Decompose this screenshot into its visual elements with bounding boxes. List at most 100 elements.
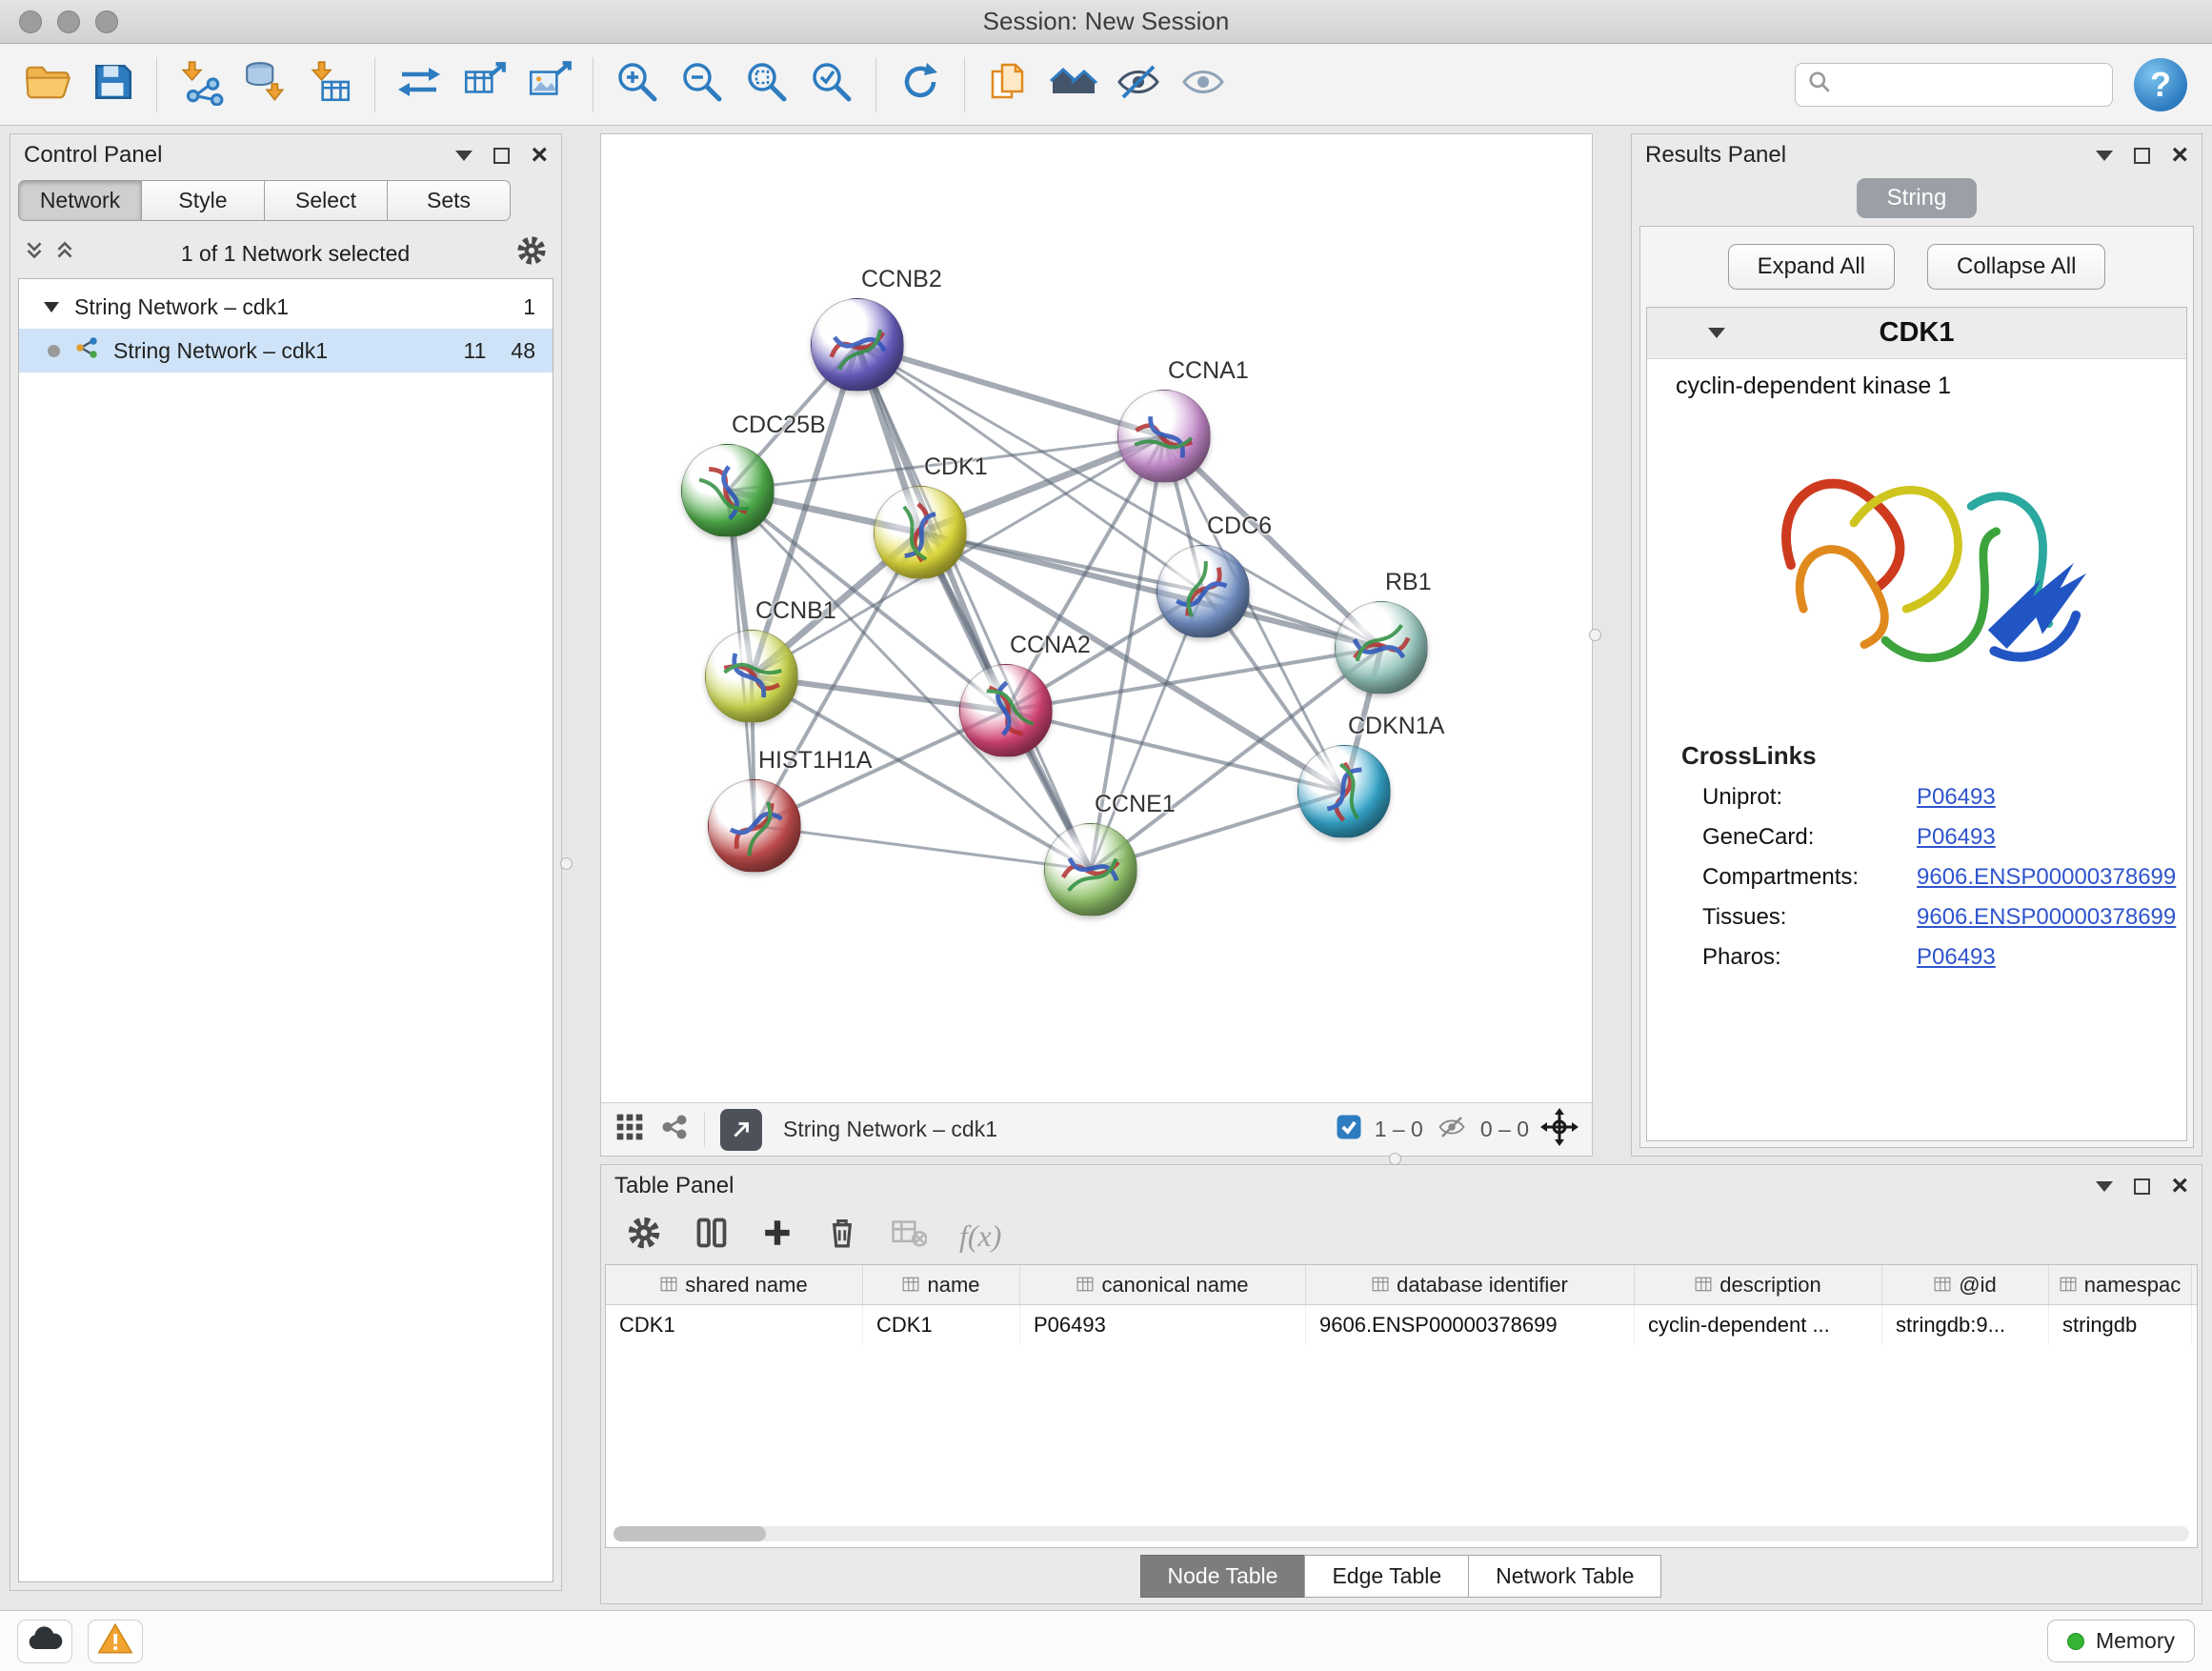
network-node-cdkn1a[interactable] xyxy=(1297,745,1391,838)
copy-button[interactable] xyxy=(976,52,1041,117)
tab-select[interactable]: Select xyxy=(264,180,388,221)
apply-layout-button[interactable] xyxy=(888,52,953,117)
open-session-button[interactable] xyxy=(15,52,80,117)
show-details-button[interactable] xyxy=(1171,52,1236,117)
tab-node-table[interactable]: Node Table xyxy=(1140,1555,1306,1598)
network-canvas[interactable]: CCNB2CCNA1CDC25BCDK1CDC6RB1CCNB1CCNA2CDK… xyxy=(601,134,1592,1102)
move-crosshair-icon[interactable] xyxy=(1540,1108,1579,1152)
string-tab[interactable]: String xyxy=(1857,178,1978,218)
gear-icon[interactable] xyxy=(515,234,548,272)
zoom-fit-button[interactable] xyxy=(734,52,799,117)
collapse-all-button[interactable]: Collapse All xyxy=(1927,244,2105,290)
tab-network[interactable]: Network xyxy=(18,180,142,221)
network-node-cdc25b[interactable] xyxy=(681,444,774,537)
network-node-cdc6[interactable] xyxy=(1156,545,1250,638)
hide-details-button[interactable] xyxy=(1106,52,1171,117)
close-panel-icon[interactable]: × xyxy=(2171,141,2188,170)
network-node-ccna1[interactable] xyxy=(1117,390,1211,483)
export-table-button[interactable] xyxy=(452,52,516,117)
cell-description[interactable]: cyclin-dependent ... xyxy=(1635,1305,1882,1345)
tab-style[interactable]: Style xyxy=(141,180,265,221)
float-panel-icon[interactable] xyxy=(2134,1178,2150,1195)
column-header-description[interactable]: description xyxy=(1635,1265,1882,1304)
import-table-button[interactable] xyxy=(298,52,363,117)
panel-menu-icon[interactable] xyxy=(2096,1181,2113,1192)
column-header-shared-name[interactable]: shared name xyxy=(606,1265,863,1304)
network-node-ccnb1[interactable] xyxy=(705,630,798,723)
scrollbar-thumb[interactable] xyxy=(613,1526,766,1541)
export-image-button[interactable] xyxy=(516,52,581,117)
zoom-selected-button[interactable] xyxy=(799,52,864,117)
protein-thumbnail-icon xyxy=(687,612,816,741)
network-row-selected[interactable]: String Network – cdk1 11 48 xyxy=(19,329,553,372)
network-node-ccnb2[interactable] xyxy=(811,298,904,392)
collapse-gene-icon[interactable] xyxy=(1708,328,1725,338)
warnings-button[interactable] xyxy=(88,1620,143,1663)
tab-sets[interactable]: Sets xyxy=(387,180,511,221)
add-column-icon[interactable] xyxy=(761,1217,794,1255)
delete-column-icon[interactable] xyxy=(826,1216,858,1256)
float-panel-icon[interactable] xyxy=(2134,148,2150,164)
collapse-all-icon[interactable] xyxy=(24,239,45,268)
table-settings-gear-icon[interactable] xyxy=(626,1215,662,1257)
cell-name[interactable]: CDK1 xyxy=(863,1305,1020,1345)
crosslink-tissues-link[interactable]: 9606.ENSP00000378699 xyxy=(1917,904,2176,931)
column-header-database-identifier[interactable]: database identifier xyxy=(1306,1265,1635,1304)
show-columns-icon[interactable] xyxy=(694,1216,729,1256)
zoom-in-button[interactable] xyxy=(605,52,670,117)
crosslink-uniprot-link[interactable]: P06493 xyxy=(1917,784,1996,811)
protein-thumbnail-icon xyxy=(1332,598,1431,697)
homes-icon xyxy=(1049,57,1098,112)
cell-id[interactable]: stringdb:9... xyxy=(1882,1305,2049,1345)
splitter-handle[interactable] xyxy=(1389,1153,1401,1165)
crosslink-compartments-link[interactable]: 9606.ENSP00000378699 xyxy=(1917,864,2176,891)
zoom-out-button[interactable] xyxy=(670,52,734,117)
help-button[interactable]: ? xyxy=(2134,58,2187,111)
open-in-window-button[interactable] xyxy=(720,1109,762,1151)
column-header-canonical-name[interactable]: canonical name xyxy=(1020,1265,1306,1304)
close-panel-icon[interactable]: × xyxy=(2171,1172,2188,1200)
save-session-button[interactable] xyxy=(80,52,145,117)
home-button[interactable] xyxy=(1041,52,1106,117)
cell-canonical-name[interactable]: P06493 xyxy=(1020,1305,1306,1345)
column-header-name[interactable]: name xyxy=(863,1265,1020,1304)
cloud-status-button[interactable] xyxy=(17,1620,72,1663)
cell-namespace[interactable]: stringdb xyxy=(2049,1305,2192,1345)
network-node-ccne1[interactable] xyxy=(1044,823,1137,916)
column-header-namespace[interactable]: namespac xyxy=(2049,1265,2192,1304)
gene-card-header[interactable]: CDK1 xyxy=(1647,308,2186,359)
table-header-row: shared name name canonical name database… xyxy=(606,1265,2197,1305)
search-input[interactable] xyxy=(1840,72,2114,97)
import-network-file-button[interactable] xyxy=(169,52,233,117)
crosslink-pharos-link[interactable]: P06493 xyxy=(1917,944,1996,971)
splitter-handle[interactable] xyxy=(560,857,573,870)
tab-network-table[interactable]: Network Table xyxy=(1468,1555,1661,1598)
memory-button[interactable]: Memory xyxy=(2047,1620,2195,1662)
birds-eye-grid-icon[interactable] xyxy=(614,1112,645,1148)
crosslink-row: Tissues: 9606.ENSP00000378699 xyxy=(1647,904,2186,931)
horizontal-scrollbar[interactable] xyxy=(613,1526,2189,1541)
close-panel-icon[interactable]: × xyxy=(531,141,548,170)
share-network-icon[interactable] xyxy=(660,1113,689,1147)
cell-database-identifier[interactable]: 9606.ENSP00000378699 xyxy=(1306,1305,1635,1345)
network-node-rb1[interactable] xyxy=(1335,601,1428,695)
expand-all-icon[interactable] xyxy=(54,239,75,268)
splitter-handle[interactable] xyxy=(1589,629,1601,641)
tree-expander-icon[interactable] xyxy=(44,302,59,312)
panel-menu-icon[interactable] xyxy=(2096,151,2113,161)
network-node-hist1h1a[interactable] xyxy=(708,779,801,873)
column-header-id[interactable]: @id xyxy=(1882,1265,2049,1304)
network-from-selection-button[interactable] xyxy=(387,52,452,117)
crosslink-genecard-link[interactable]: P06493 xyxy=(1917,824,1996,851)
float-panel-icon[interactable] xyxy=(493,148,510,164)
network-collection-row[interactable]: String Network – cdk1 1 xyxy=(19,285,553,329)
expand-all-button[interactable]: Expand All xyxy=(1728,244,1895,290)
panel-menu-icon[interactable] xyxy=(455,151,473,161)
network-node-cdk1[interactable] xyxy=(874,486,967,579)
export-image-icon xyxy=(525,58,573,111)
cell-shared-name[interactable]: CDK1 xyxy=(606,1305,863,1345)
table-row[interactable]: CDK1 CDK1 P06493 9606.ENSP00000378699 cy… xyxy=(606,1305,2197,1345)
tab-edge-table[interactable]: Edge Table xyxy=(1304,1555,1469,1598)
import-network-database-button[interactable] xyxy=(233,52,298,117)
network-node-ccna2[interactable] xyxy=(959,664,1053,757)
